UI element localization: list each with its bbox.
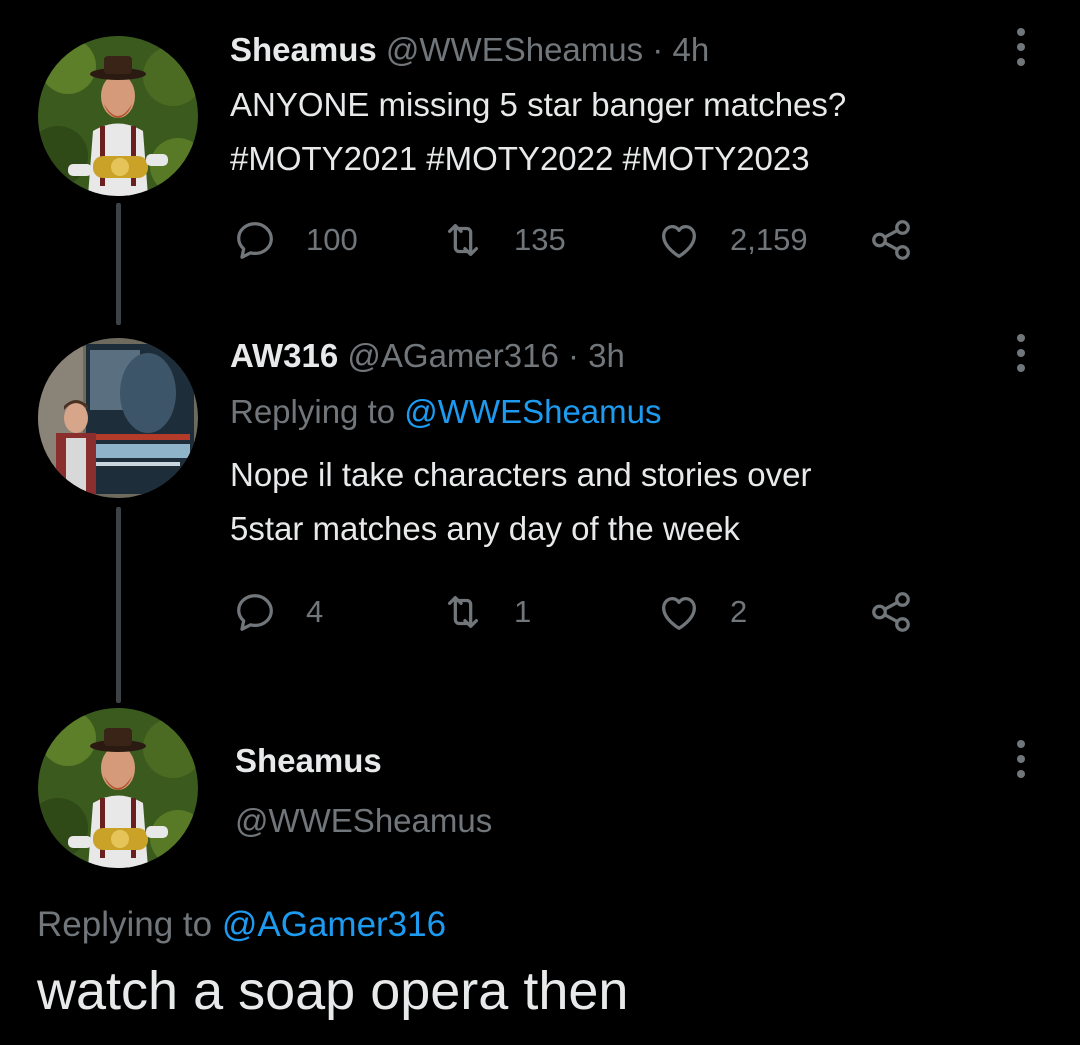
retweet-icon bbox=[447, 223, 479, 257]
author-name[interactable]: AW316 bbox=[230, 337, 338, 374]
replying-to: Replying to @WWESheamus bbox=[230, 392, 662, 432]
tweet-header: AW316 @AGamer316 · 3h bbox=[230, 336, 625, 376]
thread-line bbox=[116, 203, 121, 325]
replying-handle-link[interactable]: @WWESheamus bbox=[404, 393, 661, 430]
share-button[interactable] bbox=[868, 218, 914, 262]
like-count: 2,159 bbox=[730, 222, 808, 257]
tweet-header: Sheamus @WWESheamus · 4h bbox=[230, 30, 709, 70]
more-options-icon[interactable] bbox=[1014, 28, 1028, 72]
tweet-text-line: Nope il take characters and stories over bbox=[230, 456, 812, 493]
more-options-icon[interactable] bbox=[1014, 740, 1028, 784]
timestamp[interactable]: 4h bbox=[672, 31, 709, 68]
profile-photo-icon bbox=[38, 36, 198, 196]
like-count: 2 bbox=[730, 594, 748, 629]
author-handle[interactable]: @WWESheamus bbox=[235, 802, 492, 840]
profile-photo-icon bbox=[38, 338, 198, 498]
reply-icon bbox=[237, 594, 273, 631]
more-options-icon[interactable] bbox=[1014, 334, 1028, 378]
share-icon bbox=[872, 220, 910, 260]
author-name[interactable]: Sheamus bbox=[235, 742, 382, 780]
like-button[interactable]: 2 bbox=[656, 590, 747, 634]
author-handle[interactable]: @WWESheamus bbox=[386, 31, 643, 68]
share-button[interactable] bbox=[868, 590, 914, 634]
reply-button[interactable]: 4 bbox=[232, 590, 323, 634]
avatar-aw316[interactable] bbox=[38, 338, 198, 498]
author-handle[interactable]: @AGamer316 bbox=[347, 337, 558, 374]
heart-icon bbox=[662, 224, 696, 258]
reply-icon bbox=[237, 222, 273, 259]
reply-count: 100 bbox=[306, 222, 358, 257]
separator: · bbox=[652, 31, 664, 68]
replying-to: Replying to @AGamer316 bbox=[37, 905, 446, 945]
avatar-sheamus[interactable] bbox=[38, 36, 198, 196]
avatar-sheamus[interactable] bbox=[38, 708, 198, 868]
tweet-text: ANYONE missing 5 star banger matches? bbox=[230, 86, 847, 123]
tweet-hashtags[interactable]: #MOTY2021 #MOTY2022 #MOTY2023 bbox=[230, 132, 810, 186]
retweet-icon bbox=[447, 595, 479, 629]
thread-line bbox=[116, 507, 121, 703]
retweet-count: 135 bbox=[514, 222, 566, 257]
replying-label: Replying to bbox=[230, 393, 396, 430]
author-name[interactable]: Sheamus bbox=[230, 31, 377, 68]
profile-photo-icon bbox=[38, 708, 198, 868]
replying-handle-link[interactable]: @AGamer316 bbox=[222, 905, 446, 944]
replying-label: Replying to bbox=[37, 905, 213, 944]
separator: · bbox=[568, 337, 579, 374]
tweet-text: watch a soap opera then bbox=[37, 961, 629, 1021]
tweet-text-line: 5star matches any day of the week bbox=[230, 510, 740, 547]
heart-icon bbox=[662, 596, 696, 630]
reply-button[interactable]: 100 bbox=[232, 218, 358, 262]
retweet-button[interactable]: 135 bbox=[440, 218, 566, 262]
share-icon bbox=[872, 592, 910, 632]
retweet-button[interactable]: 1 bbox=[440, 590, 531, 634]
timestamp[interactable]: 3h bbox=[588, 337, 625, 374]
reply-count: 4 bbox=[306, 594, 324, 629]
like-button[interactable]: 2,159 bbox=[656, 218, 808, 262]
retweet-count: 1 bbox=[514, 594, 532, 629]
